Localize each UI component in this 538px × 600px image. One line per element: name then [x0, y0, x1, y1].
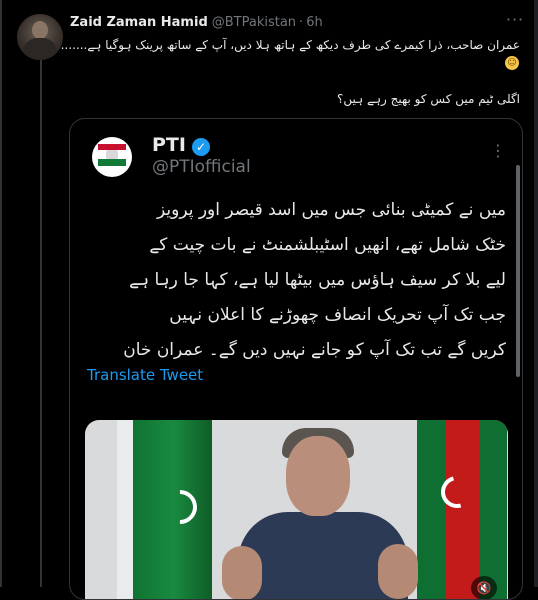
author-avatar[interactable] [17, 14, 63, 60]
author-name[interactable]: Zaid Zaman Hamid [70, 15, 208, 30]
quoted-text-line: جب تک آپ تحریک انصاف چھوڑنے کا اعلان نہی… [169, 305, 506, 325]
quoted-text-line: خٹک شامل تھے، انھیں اسٹیبلشمنٹ نے بات چی… [149, 235, 506, 255]
grin-emoji-icon: ☺ [505, 56, 519, 70]
thread-line [40, 54, 42, 587]
speaker-face [286, 436, 350, 516]
quoted-tweet-card[interactable]: PTI ✓ @PTIofficial ⋮ میں نے کمیٹی بنائی … [69, 118, 523, 600]
more-vertical-icon[interactable]: ⋮ [490, 141, 506, 161]
speaker-left-hand [222, 546, 262, 599]
crescent-icon [155, 482, 205, 532]
quoted-text-line: لیے بلا کر سیف ہاؤس میں بیٹھا لیا ہے، کہ… [129, 270, 506, 290]
flag-white-band [117, 420, 133, 599]
pti-logo-avatar[interactable] [92, 137, 132, 177]
logo-emblem [106, 150, 118, 159]
video-thumbnail[interactable]: 🔇 [85, 420, 508, 599]
crescent-icon [435, 470, 479, 514]
quoted-text-line: کریں گے تب تک آپ کو جانے نہیں دیں گے۔ عم… [123, 340, 506, 360]
avatar-head [32, 21, 48, 39]
tweet-text-line-1: عمران صاحب، ذرا کیمرے کی طرف دیکھ کے ہات… [60, 38, 520, 52]
speaker-figure [222, 426, 418, 599]
author-handle[interactable]: @BTPakistan [212, 15, 296, 30]
more-horizontal-icon[interactable]: ··· [505, 12, 525, 33]
tweet-text-line-2: اگلی ٹیم میں کس کو بھیج رہے ہیں؟ [336, 92, 520, 106]
separator-dot: · [299, 15, 304, 30]
party-flag [417, 420, 507, 599]
tweet-time[interactable]: 6h [306, 15, 323, 30]
translate-tweet-link[interactable]: Translate Tweet [87, 366, 203, 384]
quoted-author-name[interactable]: PTI [152, 134, 186, 156]
tweet-header: Zaid Zaman Hamid @BTPakistan · 6h [70, 15, 323, 30]
mute-icon[interactable]: 🔇 [471, 576, 497, 599]
logo-green-band [98, 159, 126, 166]
verified-badge-icon: ✓ [192, 138, 210, 156]
avatar-body [23, 38, 57, 60]
pakistan-flag [117, 420, 212, 599]
quoted-tweet-text: میں نے کمیٹی بنائی جس میں اسد قیصر اور پ… [86, 193, 506, 368]
right-border [534, 0, 538, 587]
scrollbar-thumb[interactable] [516, 165, 520, 377]
left-border [0, 0, 2, 587]
speaker-right-hand [378, 544, 418, 599]
quoted-text-line: میں نے کمیٹی بنائی جس میں اسد قیصر اور پ… [157, 200, 506, 220]
quoted-author-handle[interactable]: @PTIofficial [152, 157, 251, 177]
